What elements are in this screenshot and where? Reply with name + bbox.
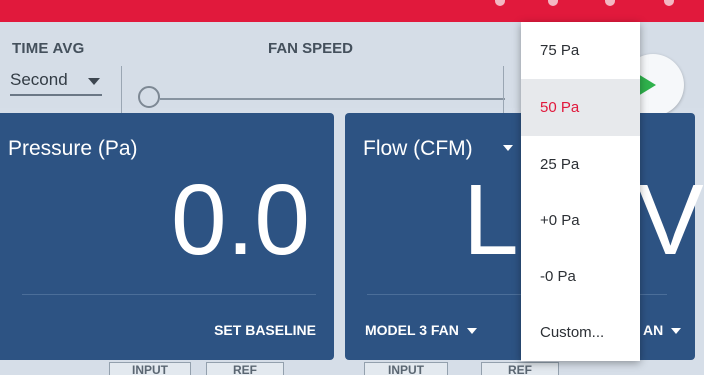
flow-title[interactable]: Flow (CFM) <box>363 137 473 161</box>
menu-item-minus-0-pa[interactable]: -0 Pa <box>521 248 640 305</box>
pressure-panel: Pressure (Pa) 0.0 SET BASELINE <box>0 113 334 360</box>
tab-ref[interactable]: REF <box>206 362 284 375</box>
divider <box>503 66 504 116</box>
time-avg-select[interactable]: Second <box>10 70 102 96</box>
divider <box>121 66 122 116</box>
chevron-down-icon <box>671 328 682 335</box>
menu-item-25-pa[interactable]: 25 Pa <box>521 136 640 193</box>
status-bar <box>0 0 704 22</box>
time-avg-value: Second <box>10 70 68 89</box>
menu-item-75-pa[interactable]: 75 Pa <box>521 22 640 79</box>
menu-item-50-pa[interactable]: 50 Pa <box>521 79 640 136</box>
tab-input[interactable]: INPUT <box>109 362 191 375</box>
bottom-tab-strip <box>0 360 704 375</box>
panel-divider <box>22 294 316 295</box>
model-fan-label: MODEL 3 FAN <box>365 322 459 338</box>
set-baseline-button[interactable]: SET BASELINE <box>214 322 316 338</box>
fan-speed-slider-thumb[interactable] <box>138 86 160 108</box>
status-icon <box>664 0 674 6</box>
flow-value-left: L <box>463 164 519 276</box>
pressure-value: 0.0 <box>170 164 310 276</box>
menu-item-plus-0-pa[interactable]: +0 Pa <box>521 192 640 249</box>
flow-right-label: AN <box>643 322 664 338</box>
fan-speed-label: FAN SPEED <box>268 40 354 57</box>
flow-right-select[interactable]: AN <box>643 322 682 338</box>
chevron-down-icon[interactable] <box>503 145 513 151</box>
status-icon <box>605 0 615 6</box>
fan-speed-slider-track[interactable] <box>160 98 505 100</box>
model-fan-select[interactable]: MODEL 3 FAN <box>365 322 477 338</box>
tab-input[interactable]: INPUT <box>364 362 448 375</box>
chevron-down-icon <box>88 78 100 85</box>
pressure-title: Pressure (Pa) <box>8 137 138 160</box>
tab-ref[interactable]: REF <box>481 362 559 375</box>
status-icon <box>548 0 558 6</box>
flow-panel: Flow (CFM) L V MODEL 3 FAN AN <box>345 113 704 360</box>
play-icon <box>638 74 656 96</box>
app-window: TIME AVG Second FAN SPEED Pressure (Pa) … <box>0 0 704 375</box>
flow-value-right: V <box>637 164 704 276</box>
time-avg-label: TIME AVG <box>12 40 85 57</box>
pressure-target-menu: 75 Pa 50 Pa 25 Pa +0 Pa -0 Pa Custom... <box>521 22 640 361</box>
status-icon <box>495 0 505 6</box>
menu-item-custom[interactable]: Custom... <box>521 304 640 361</box>
chevron-down-icon <box>466 328 477 335</box>
